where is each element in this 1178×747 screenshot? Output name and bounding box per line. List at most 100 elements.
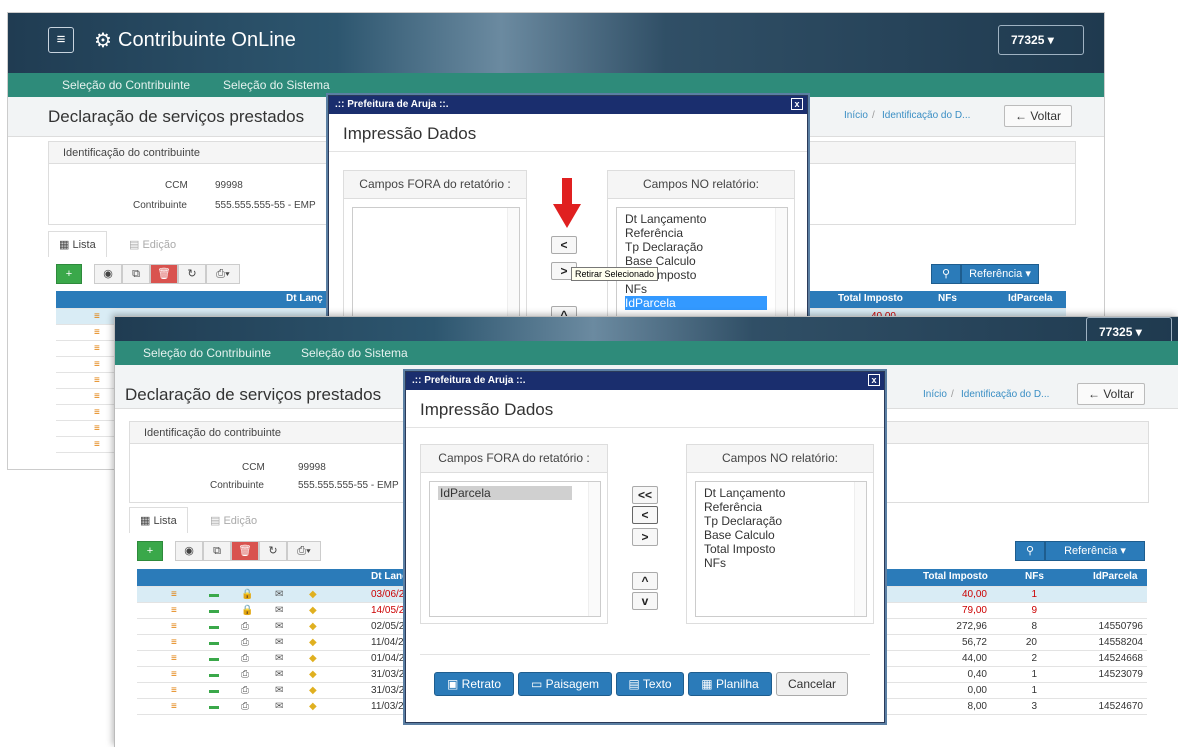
copy-button[interactable]: ⧉ [203, 541, 231, 561]
menu-icon[interactable]: ≡ [94, 423, 100, 434]
voltar-button[interactable]: ← Voltar [1004, 105, 1072, 127]
list-item[interactable]: Tp Declaração [704, 514, 858, 528]
tag-icon[interactable]: ◆ [309, 605, 317, 616]
edit-icon[interactable]: ▬ [209, 605, 219, 616]
menu-icon[interactable]: ≡ [171, 605, 177, 616]
nav-selecao-sistema[interactable]: Seleção do Sistema [223, 78, 330, 92]
mail-icon[interactable]: ✉ [275, 701, 283, 712]
edit-icon[interactable]: ▬ [209, 637, 219, 648]
list-item[interactable]: Tp Declaração [625, 240, 779, 254]
tab-edicao[interactable]: ▤ Edição [118, 231, 188, 257]
move-right-button[interactable]: > [632, 528, 658, 546]
mail-icon[interactable]: ✉ [275, 653, 283, 664]
lock-icon[interactable]: 🔒 [241, 589, 253, 600]
tag-icon[interactable]: ◆ [309, 621, 317, 632]
close-icon[interactable]: x [868, 374, 880, 386]
nav-selecao-contribuinte[interactable]: Seleção do Contribuinte [143, 346, 271, 360]
tab-lista[interactable]: ▦ Lista [129, 507, 188, 533]
refresh-button[interactable]: ↻ [178, 264, 206, 284]
search-icon[interactable]: ⚲ [1015, 541, 1045, 561]
print-button[interactable]: ⎙▾ [206, 264, 240, 284]
mail-icon[interactable]: ✉ [275, 685, 283, 696]
list-item[interactable]: Dt Lançamento [625, 212, 779, 226]
list-item[interactable]: Referência [704, 500, 858, 514]
view-button[interactable]: ◉ [94, 264, 122, 284]
print-icon[interactable]: ⎙ [241, 685, 249, 696]
tag-icon[interactable]: ◆ [309, 701, 317, 712]
move-all-left-button[interactable]: << [632, 486, 658, 504]
menu-icon[interactable]: ≡ [94, 343, 100, 354]
lock-icon[interactable]: 🔒 [241, 605, 253, 616]
tag-icon[interactable]: ◆ [309, 669, 317, 680]
menu-icon[interactable]: ≡ [171, 653, 177, 664]
menu-icon[interactable]: ≡ [171, 685, 177, 696]
voltar-button[interactable]: ← Voltar [1077, 383, 1145, 405]
menu-icon[interactable]: ≡ [94, 311, 100, 322]
menu-icon[interactable]: ≡ [94, 407, 100, 418]
paisagem-button[interactable]: ▭ Paisagem [518, 672, 612, 696]
menu-icon[interactable]: ≡ [94, 375, 100, 386]
move-left-button[interactable]: < [551, 236, 577, 254]
list-item[interactable]: Dt Lançamento [704, 486, 858, 500]
print-icon[interactable]: ⎙ [241, 637, 249, 648]
tag-icon[interactable]: ◆ [309, 589, 317, 600]
print-icon[interactable]: ⎙ [241, 669, 249, 680]
mail-icon[interactable]: ✉ [275, 621, 283, 632]
scrollbar[interactable] [854, 482, 866, 616]
tab-edicao[interactable]: ▤ Edição [199, 507, 269, 533]
nav-selecao-contribuinte[interactable]: Seleção do Contribuinte [62, 78, 190, 92]
no-listbox[interactable]: Dt Lançamento Referência Tp Declaração B… [695, 481, 867, 617]
menu-icon[interactable]: ≡ [171, 669, 177, 680]
referencia-dropdown[interactable]: Referência ▾ [1045, 541, 1145, 561]
fora-listbox[interactable]: IdParcela [429, 481, 601, 617]
breadcrumb-home[interactable]: Início [844, 110, 868, 121]
mail-icon[interactable]: ✉ [275, 637, 283, 648]
list-item[interactable]: NFs [625, 282, 779, 296]
print-icon[interactable]: ⎙ [241, 653, 249, 664]
tab-lista[interactable]: ▦ Lista [48, 231, 107, 257]
menu-icon[interactable]: ≡ [48, 27, 74, 53]
edit-icon[interactable]: ▬ [209, 701, 219, 712]
move-up-button[interactable]: ^ [632, 572, 658, 590]
print-icon[interactable]: ⎙ [241, 621, 249, 632]
delete-button[interactable]: 🗑 [150, 264, 178, 284]
breadcrumb-home[interactable]: Início [923, 389, 947, 400]
menu-icon[interactable]: ≡ [171, 589, 177, 600]
edit-icon[interactable]: ▬ [209, 589, 219, 600]
edit-icon[interactable]: ▬ [209, 653, 219, 664]
edit-icon[interactable]: ▬ [209, 621, 219, 632]
mail-icon[interactable]: ✉ [275, 605, 283, 616]
menu-icon[interactable]: ≡ [94, 327, 100, 338]
scrollbar[interactable] [588, 482, 600, 616]
menu-icon[interactable]: ≡ [171, 701, 177, 712]
menu-icon[interactable]: ≡ [171, 637, 177, 648]
breadcrumb-current[interactable]: Identificação do D... [961, 389, 1049, 400]
tag-icon[interactable]: ◆ [309, 685, 317, 696]
delete-button[interactable]: 🗑 [231, 541, 259, 561]
breadcrumb-current[interactable]: Identificação do D... [882, 110, 970, 121]
move-left-button[interactable]: < [632, 506, 658, 524]
ccm-dropdown[interactable]: 77325 ▾ [998, 25, 1084, 55]
tag-icon[interactable]: ◆ [309, 653, 317, 664]
edit-icon[interactable]: ▬ [209, 669, 219, 680]
close-icon[interactable]: x [791, 98, 803, 110]
retrato-button[interactable]: ▣ Retrato [434, 672, 514, 696]
mail-icon[interactable]: ✉ [275, 589, 283, 600]
menu-icon[interactable]: ≡ [94, 391, 100, 402]
list-item[interactable]: NFs [704, 556, 858, 570]
texto-button[interactable]: ▤ Texto [616, 672, 684, 696]
print-icon[interactable]: ⎙ [241, 701, 249, 712]
menu-icon[interactable]: ≡ [171, 621, 177, 632]
view-button[interactable]: ◉ [175, 541, 203, 561]
refresh-button[interactable]: ↻ [259, 541, 287, 561]
mail-icon[interactable]: ✉ [275, 669, 283, 680]
nav-selecao-sistema[interactable]: Seleção do Sistema [301, 346, 408, 360]
tag-icon[interactable]: ◆ [309, 637, 317, 648]
menu-icon[interactable]: ≡ [94, 439, 100, 450]
list-item[interactable]: Referência [625, 226, 779, 240]
menu-icon[interactable]: ≡ [94, 359, 100, 370]
move-down-button[interactable]: v [632, 592, 658, 610]
add-button[interactable]: + [137, 541, 163, 561]
list-item[interactable]: Base Calculo [704, 528, 858, 542]
list-item[interactable]: Total Imposto [704, 542, 858, 556]
